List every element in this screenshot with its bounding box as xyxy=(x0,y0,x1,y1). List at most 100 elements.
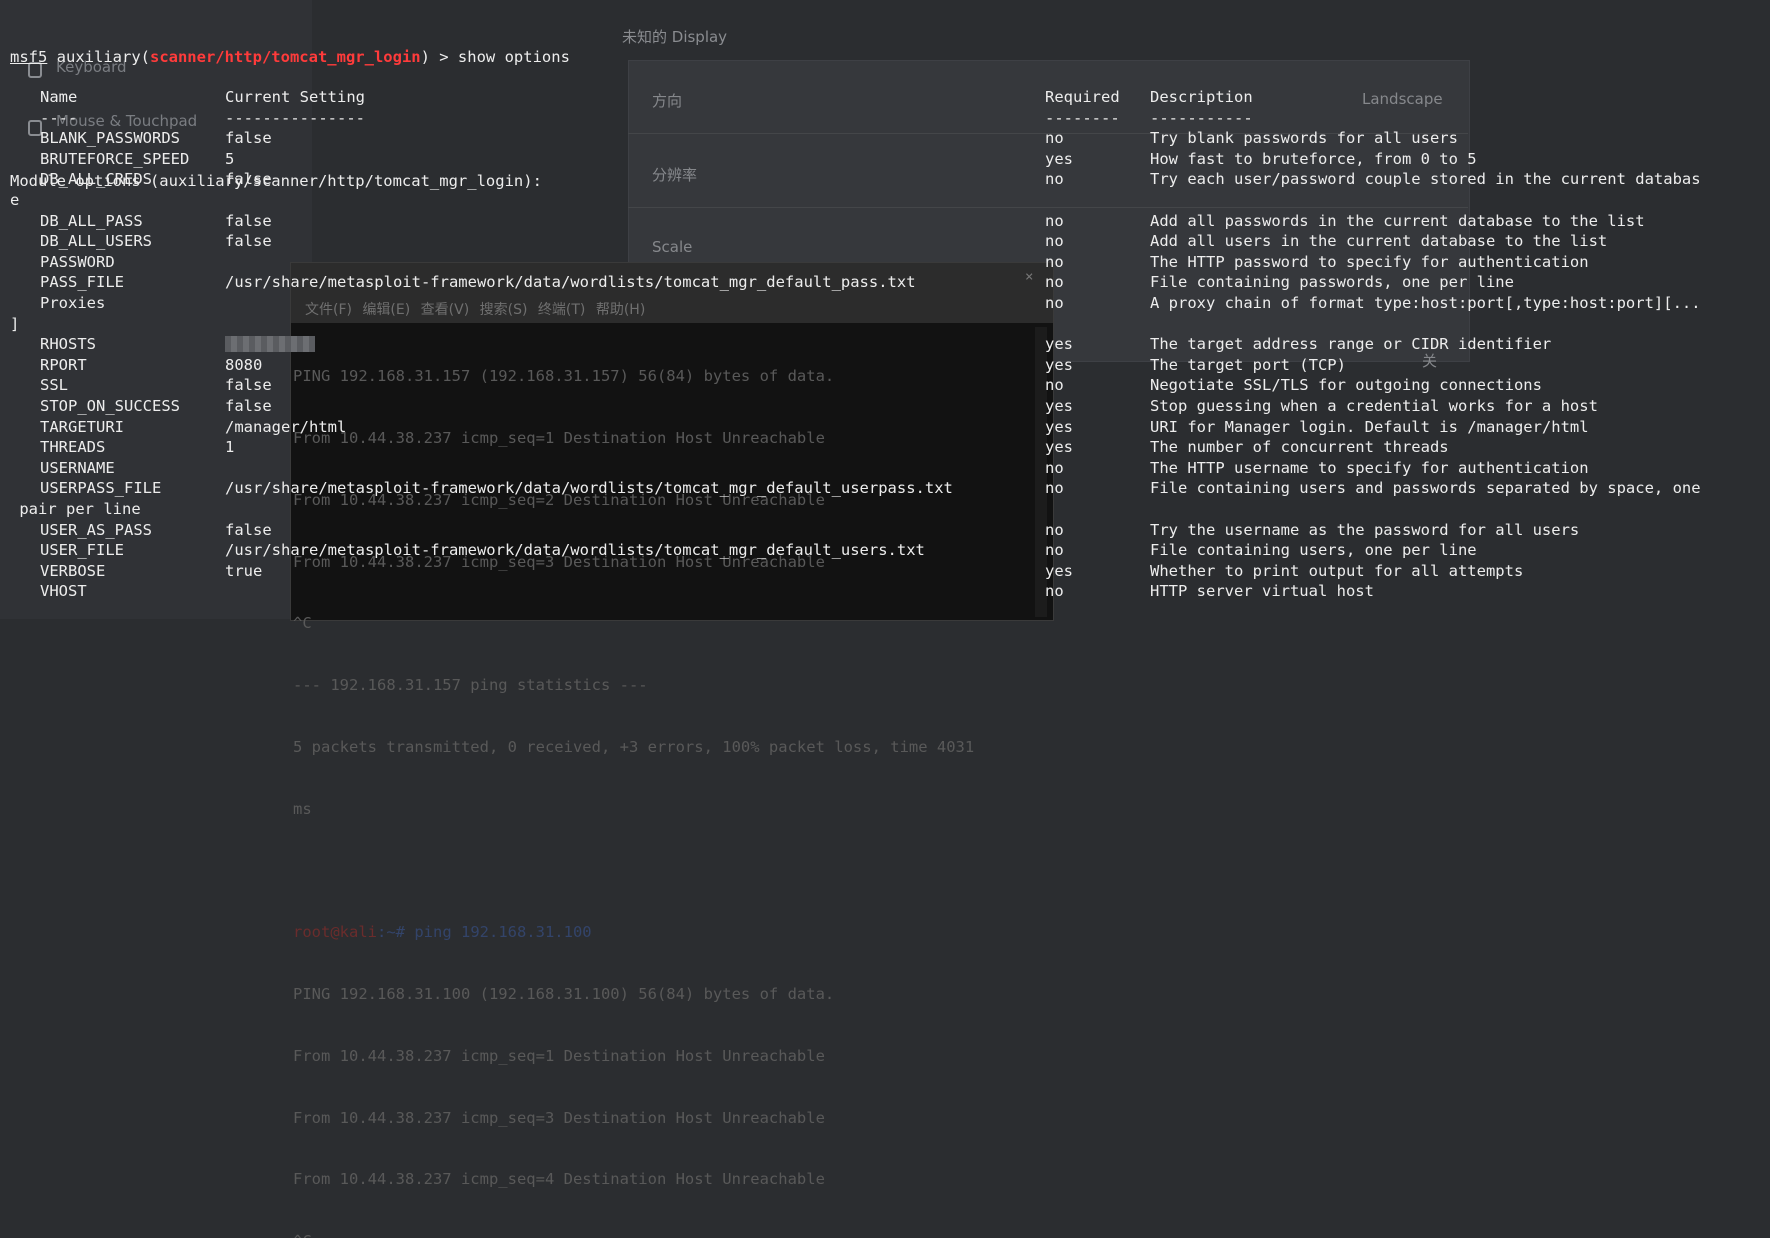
option-setting: 8080 xyxy=(225,355,263,374)
option-name: USER_AS_PASS xyxy=(40,520,152,539)
option-required: yes xyxy=(1045,355,1073,374)
column-underline-name: ---- xyxy=(40,108,78,127)
option-name: SSL xyxy=(40,376,68,395)
option-setting: false xyxy=(225,376,272,395)
terminal-prompt-command: :~# ping 192.168.31.100 xyxy=(377,923,592,942)
option-description: Whether to print output for all attempts xyxy=(1150,561,1524,580)
option-description: Stop guessing when a credential works fo… xyxy=(1150,397,1598,415)
option-description: A proxy chain of format type:host:port[,… xyxy=(1150,294,1701,312)
menu-edit[interactable]: 编辑(E) xyxy=(362,302,410,318)
settings-divider xyxy=(628,207,1468,208)
option-description: URI for Manager login. Default is /manag… xyxy=(1150,417,1589,436)
option-name: THREADS xyxy=(40,438,106,457)
option-required: no xyxy=(1045,376,1064,395)
option-setting: /manager/html xyxy=(225,417,347,436)
option-name: PASSWORD xyxy=(40,252,115,271)
option-name: DB_ALL_CREDS xyxy=(40,170,152,189)
option-setting: 5 xyxy=(225,149,235,168)
option-required: no xyxy=(1045,582,1064,601)
menu-search[interactable]: 搜索(S) xyxy=(480,302,528,318)
option-description: Add all users in the current database to… xyxy=(1150,232,1608,251)
terminal-line: ^C xyxy=(293,1231,974,1238)
msf-module-name: scanner/http/tomcat_mgr_login xyxy=(149,48,421,67)
option-description: The target address range or CIDR identif… xyxy=(1150,335,1552,354)
msf-command: ) > show options xyxy=(420,48,570,67)
option-setting: false xyxy=(225,520,272,539)
option-name: VHOST xyxy=(40,582,87,601)
terminal-output: PING 192.168.31.157 (192.168.31.157) 56(… xyxy=(293,325,974,1238)
option-description: The target port (TCP) xyxy=(1150,355,1346,374)
option-setting: false xyxy=(225,397,272,415)
msf-prompt-line: msf5 auxiliary(scanner/http/tomcat_mgr_l… xyxy=(10,47,570,68)
option-required: no xyxy=(1045,170,1064,189)
option-name: BLANK_PASSWORDS xyxy=(40,129,180,148)
setting-label-scale: Scale xyxy=(652,238,693,256)
setting-label-orientation: 方向 xyxy=(652,92,683,110)
column-header-description: Description xyxy=(1150,88,1253,106)
option-name: TARGETURI xyxy=(40,417,124,436)
option-name: STOP_ON_SUCCESS xyxy=(40,397,180,415)
menu-view[interactable]: 查看(V) xyxy=(421,302,470,318)
option-description-wrap: ] xyxy=(10,314,20,333)
option-name: PASS_FILE xyxy=(40,273,124,292)
column-underline-required: -------- xyxy=(1045,108,1120,127)
option-required: no xyxy=(1045,479,1064,498)
terminal-prompt-line: root@kali:~# ping 192.168.31.100 xyxy=(293,922,974,943)
option-required: yes xyxy=(1045,397,1073,415)
menu-help[interactable]: 帮助(H) xyxy=(596,302,645,318)
option-description: File containing passwords, one per line xyxy=(1150,273,1514,292)
terminal-line: --- 192.168.31.157 ping statistics --- xyxy=(293,676,648,695)
option-description: File containing users, one per line xyxy=(1150,541,1477,560)
option-setting: false xyxy=(225,211,272,230)
option-required: yes xyxy=(1045,561,1073,580)
column-underline-setting: --------------- xyxy=(225,108,365,127)
option-setting: /usr/share/metasploit-framework/data/wor… xyxy=(225,479,953,498)
menu-file[interactable]: 文件(F) xyxy=(305,302,352,318)
option-name: VERBOSE xyxy=(40,561,106,580)
terminal-line: From 10.44.38.237 icmp_seq=1 Destination… xyxy=(293,428,825,447)
option-name: BRUTEFORCE_SPEED xyxy=(40,149,190,168)
option-description: The HTTP password to specify for authent… xyxy=(1150,252,1589,271)
option-description: HTTP server virtual host xyxy=(1150,582,1374,601)
option-setting: true xyxy=(225,561,263,580)
terminal-line: From 10.44.38.237 icmp_seq=1 Destination… xyxy=(293,1046,825,1065)
option-required: no xyxy=(1045,252,1064,271)
option-setting: /usr/share/metasploit-framework/data/wor… xyxy=(225,541,925,560)
msf-prompt-prefix: msf5 xyxy=(10,48,48,67)
option-required: yes xyxy=(1045,417,1073,436)
option-description: The number of concurrent threads xyxy=(1150,438,1449,457)
option-name: RHOSTS xyxy=(40,335,96,354)
option-required: no xyxy=(1045,273,1064,292)
terminal-menubar: 文件(F) 编辑(E) 查看(V) 搜索(S) 终端(T) 帮助(H) xyxy=(305,299,645,319)
option-required: no xyxy=(1045,458,1064,477)
terminal-line: ms xyxy=(293,799,312,818)
terminal-line: 5 packets transmitted, 0 received, +3 er… xyxy=(293,737,975,756)
option-required: yes xyxy=(1045,149,1073,168)
menu-terminal[interactable]: 终端(T) xyxy=(538,302,585,318)
secondary-terminal-window[interactable]: 文件(F) 编辑(E) 查看(V) 搜索(S) 终端(T) 帮助(H) × PI… xyxy=(290,262,1054,1238)
option-required: no xyxy=(1045,129,1064,148)
close-icon[interactable]: × xyxy=(1025,269,1033,285)
option-required: no xyxy=(1045,541,1064,560)
terminal-line: ^C xyxy=(293,614,312,633)
option-name: USERNAME xyxy=(40,458,115,477)
option-required: yes xyxy=(1045,438,1073,457)
terminal-line: From 10.44.38.237 icmp_seq=3 Destination… xyxy=(293,1108,825,1127)
redacted-rhosts-value xyxy=(225,336,315,352)
setting-value-orientation[interactable]: Landscape xyxy=(1362,90,1443,108)
option-setting: 1 xyxy=(225,438,235,457)
option-setting: false xyxy=(225,170,272,189)
background-window-title: 未知的 Display xyxy=(622,28,728,46)
terminal-line: PING 192.168.31.157 (192.168.31.157) 56(… xyxy=(293,367,835,386)
option-description: Try each user/password couple stored in … xyxy=(1150,170,1701,189)
option-name: RPORT xyxy=(40,355,87,374)
option-name: DB_ALL_USERS xyxy=(40,232,152,251)
option-description-wrap: pair per line xyxy=(10,500,141,518)
option-required: no xyxy=(1045,211,1064,230)
option-setting: /usr/share/metasploit-framework/data/wor… xyxy=(225,273,916,292)
option-required: no xyxy=(1045,294,1064,312)
terminal-prompt-user: root@kali xyxy=(293,923,377,942)
option-description: Add all passwords in the current databas… xyxy=(1150,211,1645,230)
option-name: Proxies xyxy=(40,294,106,312)
